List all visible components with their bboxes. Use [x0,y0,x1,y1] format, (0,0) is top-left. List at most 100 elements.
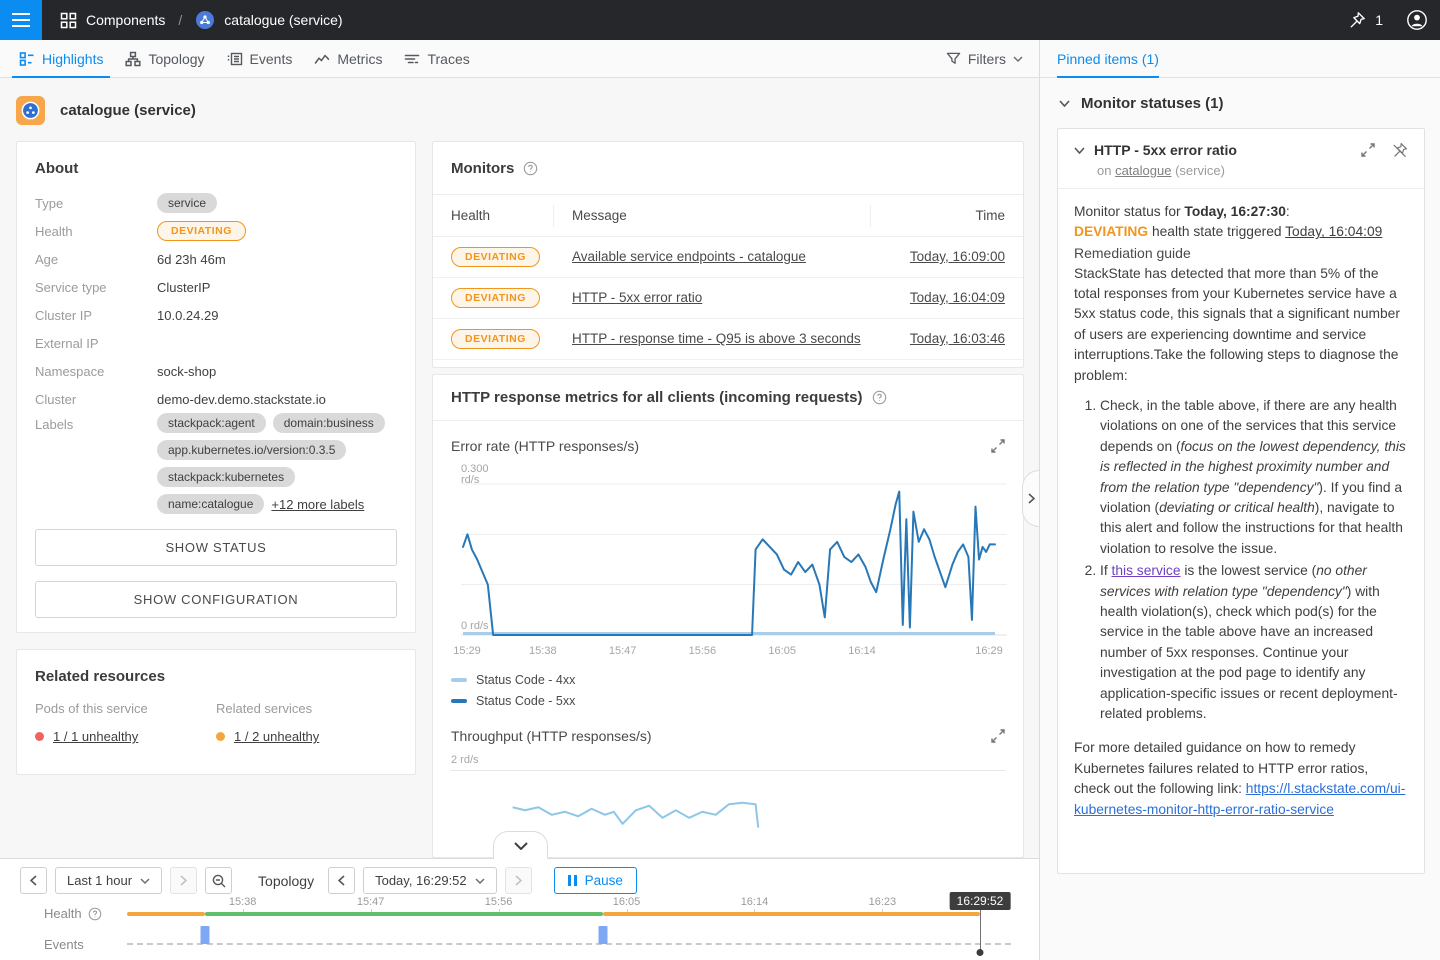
events-timeline-track[interactable] [127,943,1011,945]
pinned-monitor-title: HTTP - 5xx error ratio [1094,142,1352,158]
monitor-time-link[interactable]: Today, 16:09:00 [910,249,1005,264]
tab-topology[interactable]: Topology [114,40,215,77]
zoom-out-button[interactable] [205,867,232,894]
topology-timeline-label: Topology [258,873,314,889]
playhead-dot[interactable] [977,949,984,956]
panel-collapse-handle[interactable] [1022,470,1039,527]
chevron-down-icon [1013,56,1023,62]
components-grid-icon [60,12,77,29]
app-root: Components / catalogue (service) 1 [0,0,1440,960]
chevron-right-icon [515,875,522,886]
pin-icon[interactable] [1348,11,1366,29]
label-pill: name:catalogue [157,494,264,514]
page-header: catalogue (service) [16,96,196,125]
user-avatar[interactable] [1406,9,1428,31]
remediation-step: If this service is the lowest service (n… [1100,561,1408,724]
monitor-time-link[interactable]: Today, 16:04:09 [910,290,1005,305]
ruler-tick-label: 15:47 [357,896,385,908]
filters-button[interactable]: Filters [946,40,1023,77]
chevron-down-icon [1059,100,1070,107]
pinned-items-tab[interactable]: Pinned items (1) [1057,40,1159,77]
time-range-dropdown[interactable]: Last 1 hour [55,867,162,894]
topology-time-prev-button[interactable] [328,867,355,894]
topology-time-next-button[interactable] [505,867,532,894]
legend-item[interactable]: Status Code - 4xx [451,673,1005,687]
show-status-button[interactable]: SHOW STATUS [35,529,397,566]
service-avatar-icon [195,10,215,30]
pause-button[interactable]: Pause [554,867,637,894]
svg-text:15:56: 15:56 [689,645,717,657]
tab-traces[interactable]: Traces [393,40,480,77]
pods-unhealthy-link[interactable]: 1 / 1 unhealthy [53,729,138,744]
expand-icon[interactable] [1361,143,1375,157]
monitor-statuses-title: Monitor statuses (1) [1081,95,1224,112]
about-row-labels: Labels stackpack:agentdomain:businessapp… [35,413,397,514]
labels-list: stackpack:agentdomain:businessapp.kubern… [157,413,397,514]
health-row-label: Health [44,906,102,921]
monitor-message-link[interactable]: HTTP - 5xx error ratio [572,290,702,305]
expand-icon[interactable] [991,729,1005,743]
collapse-timeline-tab[interactable] [493,831,548,859]
zoom-out-icon [212,874,226,888]
health-segment[interactable] [603,912,980,916]
monitor-statuses-group[interactable]: Monitor statuses (1) [1059,95,1440,112]
breadcrumb-root[interactable]: Components [86,12,165,28]
legend-item[interactable]: Status Code - 5xx [451,694,1005,708]
svg-text:16:29: 16:29 [975,645,1003,657]
error-rate-chart[interactable]: 0.300rd/s0 rd/s15:2915:3815:4715:5616:05… [451,458,1007,662]
help-icon[interactable] [88,907,102,921]
timeline-controls: Last 1 hour Topology Today, 16:29:52 [20,867,637,894]
menu-button[interactable] [0,0,42,40]
label-pill: app.kubernetes.io/version:0.3.5 [157,440,346,460]
pin-count: 1 [1375,12,1383,28]
tab-metrics[interactable]: Metrics [303,40,393,77]
monitor-status-line: Monitor status for Today, 16:27:30: [1074,202,1408,222]
health-timeline-track[interactable] [127,912,980,916]
table-row: DEVIATINGHTTP - response time - Q95 is a… [433,319,1023,360]
topology-time-dropdown[interactable]: Today, 16:29:52 [363,867,497,894]
expand-icon[interactable] [991,439,1005,453]
throughput-chart[interactable] [451,771,1007,829]
topbar-actions: 1 [1348,9,1428,31]
health-segment[interactable] [205,912,603,916]
time-range-prev-button[interactable] [20,867,47,894]
chevron-down-icon [475,878,485,884]
monitors-card: Monitors Health Message Time DEVIATINGAv… [432,141,1024,368]
monitor-time-link[interactable]: Today, 16:03:46 [910,331,1005,346]
traces-icon [404,51,420,67]
svg-text:15:47: 15:47 [609,645,637,657]
filter-funnel-icon [946,51,961,66]
chevron-down-icon[interactable] [1074,147,1085,154]
playhead-line[interactable] [980,910,981,951]
metrics-icon [314,51,330,67]
topbar: Components / catalogue (service) 1 [0,0,1440,40]
monitor-message-link[interactable]: Available service endpoints - catalogue [572,249,806,264]
event-marker[interactable] [201,926,210,944]
monitors-table-header: Health Message Time [433,195,1023,237]
monitor-message-link[interactable]: HTTP - response time - Q95 is above 3 se… [572,331,861,346]
about-row-external-ip: External IP [35,329,397,357]
red-status-dot [35,732,44,741]
time-range-next-button[interactable] [170,867,197,894]
page-title: catalogue (service) [60,102,196,119]
ruler-tick-label: 15:56 [485,896,513,908]
tab-highlights[interactable]: Highlights [8,40,114,77]
label-pill: stackpack:agent [157,413,266,433]
more-labels-link[interactable]: +12 more labels [271,497,364,512]
show-configuration-button[interactable]: SHOW CONFIGURATION [35,581,397,618]
related-services-link[interactable]: 1 / 2 unhealthy [234,729,319,744]
event-marker[interactable] [598,926,607,944]
remediation-step: Check, in the table above, if there are … [1100,396,1408,559]
main-content: catalogue (service) About Type service H… [0,78,1039,858]
chart-legend: Status Code - 4xx Status Code - 5xx [433,662,1023,708]
pinned-monitor-card: HTTP - 5xx error ratio on catalogue (ser… [1057,128,1425,874]
throughput-y-label: 2 rd/s [433,744,1023,768]
chevron-left-icon [338,875,345,886]
help-icon[interactable] [523,161,538,176]
about-row-service-type: Service type ClusterIP [35,273,397,301]
tab-label: Topology [148,51,204,67]
health-segment[interactable] [127,912,205,916]
tab-events[interactable]: Events [216,40,304,77]
help-icon[interactable] [872,390,887,405]
unpin-icon[interactable] [1392,142,1408,158]
